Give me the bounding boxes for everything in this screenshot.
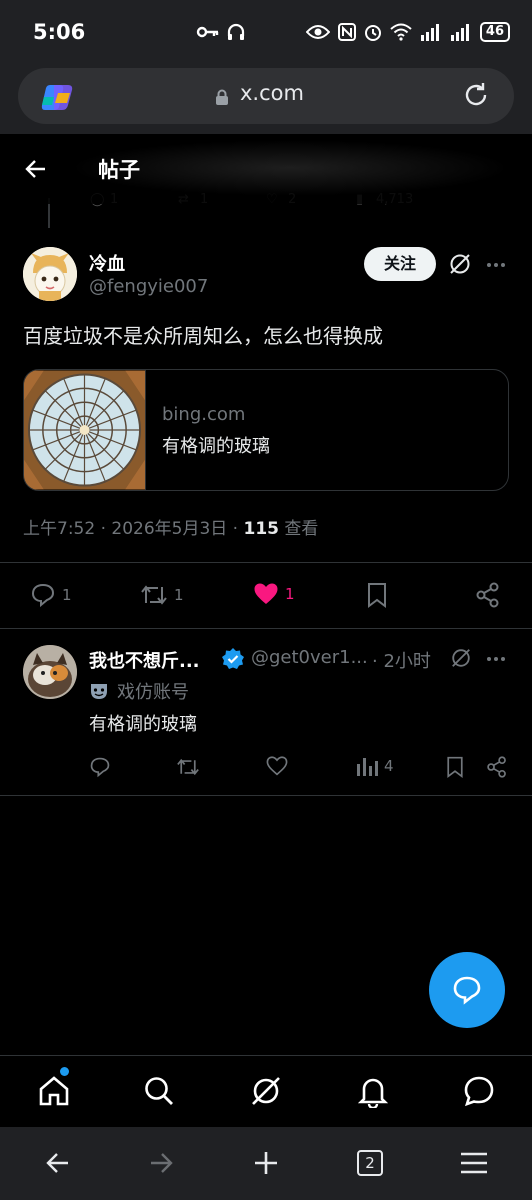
back-arrow-icon[interactable]: [23, 156, 49, 182]
reply-author-handle[interactable]: @get0ver1...: [251, 647, 368, 668]
url-text[interactable]: x.com: [240, 81, 304, 105]
bookmark-icon: [368, 583, 386, 608]
link-card[interactable]: bing.com 有格调的玻璃: [23, 369, 509, 491]
reply-action[interactable]: 1: [30, 582, 72, 608]
grok-icon[interactable]: [448, 252, 472, 276]
browser-menu-icon[interactable]: [459, 1149, 489, 1177]
repost-icon-small: [177, 758, 199, 776]
reply-time[interactable]: · 2小时: [372, 647, 431, 673]
tab-switcher-button[interactable]: 2: [357, 1150, 383, 1176]
share-action[interactable]: [476, 582, 500, 608]
home-icon[interactable]: [37, 1074, 71, 1108]
status-right-icons: 46: [305, 22, 510, 42]
repost-icon: [141, 585, 167, 605]
divider-top: [0, 562, 532, 563]
reply-share-action[interactable]: [486, 756, 508, 778]
share-icon-small: [487, 756, 506, 778]
parody-label-row: 戏仿账号: [89, 678, 189, 704]
reply-author-name[interactable]: 我也不想斤...: [89, 647, 200, 673]
repost-count: 1: [174, 586, 184, 604]
reply-text: 有格调的玻璃: [89, 714, 197, 735]
reply-action-bar: 4: [0, 754, 532, 782]
bookmark-action[interactable]: [366, 582, 388, 608]
share-icon: [476, 582, 499, 608]
reply-reply-action[interactable]: [89, 756, 111, 778]
bottom-nav: [0, 1055, 532, 1127]
key-icon: [196, 26, 219, 38]
more-icon-reply[interactable]: [486, 656, 506, 662]
message-icon[interactable]: [462, 1074, 496, 1108]
parody-mask-icon: [91, 684, 107, 699]
reply-icon: [31, 583, 55, 608]
bell-icon[interactable]: [356, 1074, 390, 1108]
browser-back-icon[interactable]: [44, 1149, 72, 1177]
browser-toolbar: x.com: [0, 62, 532, 134]
status-bar: 5:06 46: [0, 0, 532, 62]
copilot-icon[interactable]: [40, 83, 74, 111]
reply-like-action[interactable]: [266, 756, 288, 776]
card-domain: bing.com: [162, 404, 246, 425]
signal-icon: [420, 24, 439, 41]
search-icon[interactable]: [142, 1074, 176, 1108]
views-icon: [357, 758, 378, 776]
alarm-icon: [364, 25, 381, 41]
page-title: 帖子: [98, 158, 140, 182]
grok-nav-icon[interactable]: [249, 1074, 283, 1108]
reply-views-count: 4: [384, 757, 394, 775]
divider-bottom: [0, 795, 532, 796]
status-time: 5:06: [33, 20, 86, 44]
like-action[interactable]: 1: [253, 582, 295, 606]
views-count: 115: [243, 519, 280, 539]
home-notification-dot: [60, 1067, 69, 1076]
compose-reply-button[interactable]: [429, 952, 505, 1028]
reply-avatar[interactable]: [23, 645, 77, 699]
parody-label: 戏仿账号: [117, 682, 189, 703]
browser-forward-icon[interactable]: [147, 1149, 175, 1177]
eye-icon: [305, 25, 330, 39]
tweet-meta: 上午7:52 · 2026年5月3日 · 115 查看: [23, 514, 318, 539]
address-bar[interactable]: x.com: [18, 68, 514, 124]
reply-bookmark-action[interactable]: [445, 756, 465, 778]
verified-icon: [222, 648, 244, 669]
status-mid-icons: [196, 22, 246, 42]
card-image: [24, 370, 146, 490]
reload-icon[interactable]: [462, 81, 490, 109]
battery-indicator: 46: [479, 22, 510, 42]
more-icon[interactable]: [486, 262, 506, 268]
views-label: 查看: [279, 519, 319, 539]
bookmark-icon-small: [447, 756, 463, 778]
repost-action[interactable]: 1: [140, 582, 184, 608]
reply-repost-action[interactable]: [176, 756, 200, 778]
page-header: 帖子: [0, 134, 532, 204]
like-icon-small: [266, 756, 288, 776]
grok-icon-reply[interactable]: [450, 647, 472, 669]
reply-icon-small: [90, 757, 110, 778]
follow-button[interactable]: 关注: [364, 247, 436, 281]
tweet-action-bar: 1 1 1: [0, 576, 532, 616]
wifi-icon: [390, 23, 412, 41]
tweet-timestamp[interactable]: 上午7:52 · 2026年5月3日 ·: [23, 519, 244, 539]
divider-middle: [0, 628, 532, 629]
lock-icon: [216, 89, 228, 105]
card-title: 有格调的玻璃: [162, 436, 270, 457]
headphones-icon: [227, 23, 245, 40]
like-icon: [254, 583, 278, 604]
signal-icon-2: [450, 24, 469, 41]
nfc-icon: [337, 23, 356, 41]
author-avatar[interactable]: [23, 247, 77, 301]
author-handle[interactable]: @fengyie007: [89, 276, 208, 297]
tweet-text: 百度垃圾不是众所周知么，怎么也得换成: [23, 324, 383, 348]
chat-bubble-icon: [453, 976, 481, 1005]
reply-count: 1: [62, 586, 72, 604]
new-tab-icon[interactable]: [252, 1149, 280, 1177]
author-name[interactable]: 冷血: [89, 250, 125, 276]
like-count: 1: [285, 585, 295, 603]
reply-views-action[interactable]: 4: [356, 756, 394, 776]
browser-bottom-bar: [0, 1127, 532, 1200]
